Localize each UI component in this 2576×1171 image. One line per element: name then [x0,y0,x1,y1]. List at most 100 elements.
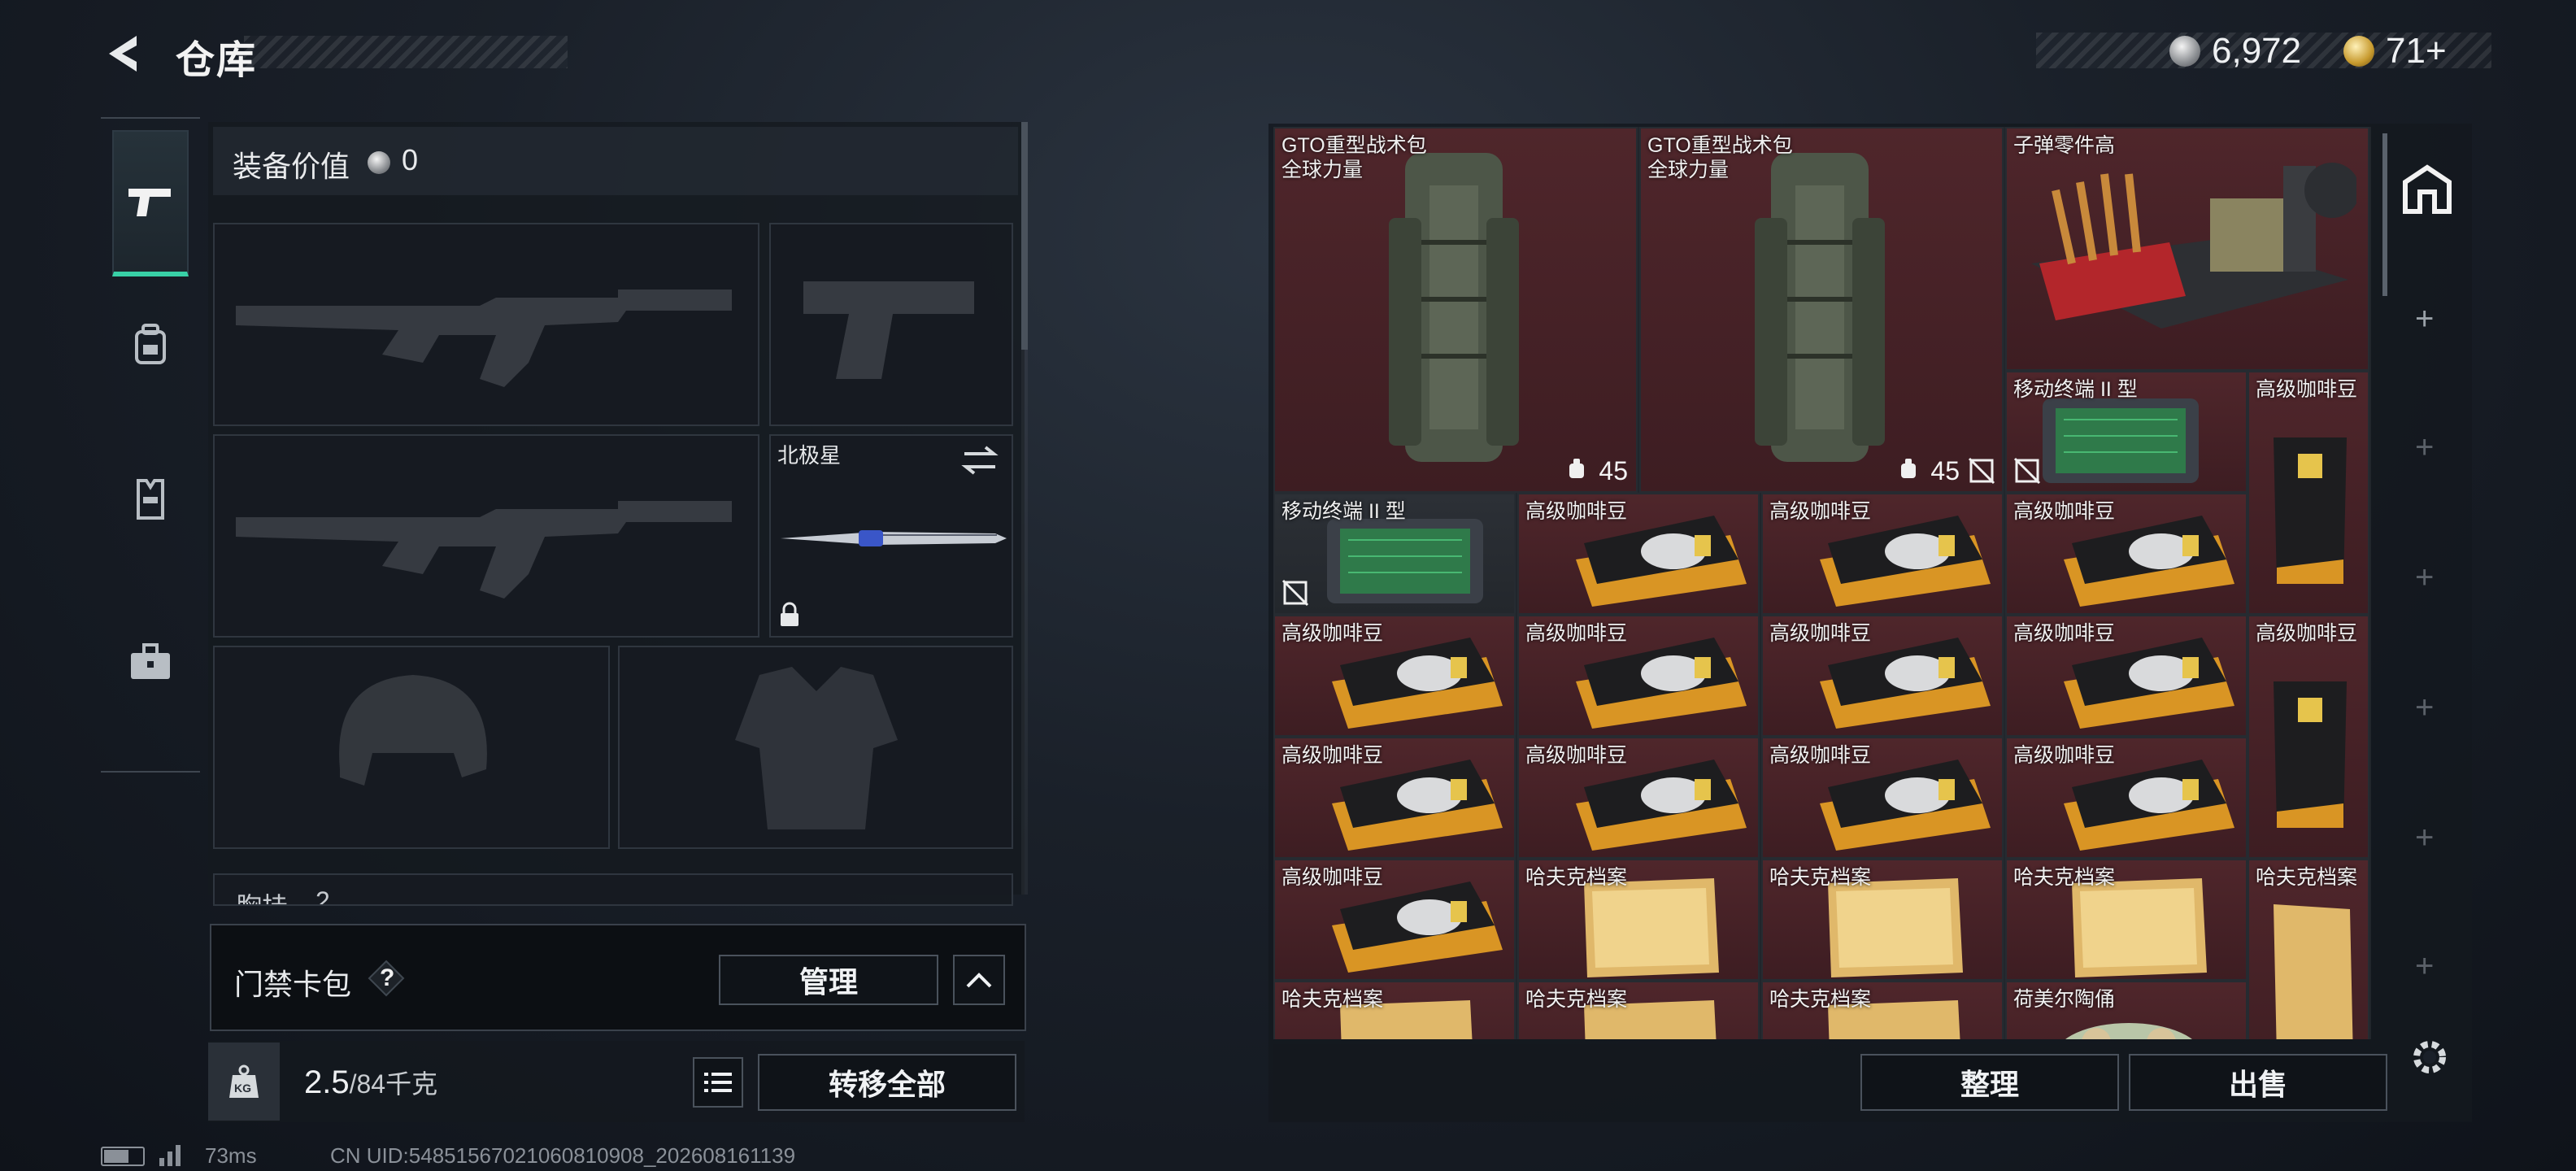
stash-item-coffee[interactable]: 高级咖啡豆 [2005,737,2247,859]
chest-rig-label: 胸挂 [236,886,288,904]
item-label: 哈夫克档案 [2013,866,2116,889]
stash-item-terminal-2[interactable]: 移动终端 II 型 [1273,493,1516,615]
stash-item-coffee[interactable]: 高级咖啡豆 [1273,737,1516,859]
body-armor-slot[interactable] [618,646,1013,849]
manage-button[interactable]: 管理 [719,955,938,1005]
item-label: GTO重型战术包 全球力量 [1281,134,1427,181]
case-tab[interactable] [112,605,189,719]
stash-item-coffee[interactable]: 高级咖啡豆 [1761,493,2004,615]
coffee-icon [1820,760,1991,851]
weight-icon [1569,459,1584,478]
back-arrow-icon[interactable] [99,29,148,78]
stash-item-file-tall[interactable]: 哈夫克档案 [2247,859,2369,1039]
coffee-icon [1332,760,1503,851]
add-page-icon[interactable]: + [2415,820,2434,856]
stash-item-figurine[interactable]: 荷美尔陶俑 [2005,981,2247,1039]
pistol-silhouette-icon [803,281,974,379]
title-stripe [244,36,568,68]
item-label: 高级咖啡豆 [2013,500,2116,523]
item-count: 45 [1599,456,1628,485]
primary-weapon-slot-1[interactable] [213,223,759,426]
stash-item-coffee[interactable]: 高级咖啡豆 [1273,859,1516,981]
stash-item-coffee[interactable]: 高级咖啡豆 [1517,615,1760,737]
add-page-icon[interactable]: + [2415,948,2434,985]
stash-item-file[interactable]: 哈夫克档案 [1761,981,2004,1039]
item-label: 荷美尔陶俑 [2013,988,2116,1011]
stash-scrollbar[interactable] [2382,133,2387,296]
stash-home-tab[interactable] [2400,163,2454,216]
lock-icon [781,602,798,626]
vest-tab[interactable] [112,442,189,556]
stash-item-coffee[interactable]: 高级咖啡豆 [1273,615,1516,737]
coffee-icon [1576,516,1747,607]
item-label: 高级咖啡豆 [1525,622,1628,645]
swap-icon[interactable] [961,444,999,477]
knife-icon [781,530,1007,546]
weight-max: /84千克 [349,1069,438,1099]
equipment-value-label: 装备价值 [233,150,350,183]
gold-currency-value[interactable]: 71+ [2386,31,2447,72]
settings-gear-icon[interactable] [2407,1034,2452,1080]
equipment-value: 0 [402,143,419,176]
help-icon[interactable]: ? [368,960,405,997]
coffee-icon [2064,516,2234,607]
stash-item-file[interactable]: 哈夫克档案 [1517,859,1760,981]
melee-slot[interactable]: 北极星 [769,434,1013,638]
item-label: GTO重型战术包 全球力量 [1647,134,1793,181]
item-label: 高级咖啡豆 [1281,744,1384,767]
list-icon [704,1073,732,1092]
stash-item-coffee[interactable]: 高级咖啡豆 [2005,493,2247,615]
chest-rig-slot[interactable]: 胸挂 2 [213,873,1013,906]
item-label: 哈夫克档案 [1525,866,1628,889]
stash-item-coffee-bag-1[interactable]: 高级咖啡豆 [2247,371,2369,615]
backpack-icon [1755,153,1885,462]
equipment-scroll-thumb[interactable] [1021,122,1028,350]
folder-icon [1584,878,1719,977]
backpack-icon [1389,153,1519,462]
melee-label: 北极星 [777,443,842,468]
coffee-icon [1576,638,1747,729]
stash-item-coffee[interactable]: 高级咖啡豆 [1517,493,1760,615]
stash-item-coffee[interactable]: 高级咖啡豆 [1517,737,1760,859]
item-label: 高级咖啡豆 [2256,622,2358,645]
weight-icon: KG [208,1043,280,1121]
stash-item-file[interactable]: 哈夫克档案 [1761,859,2004,981]
coffee-bag-icon [2274,437,2347,584]
page-title: 仓库 [176,39,258,82]
stash-grid: GTO重型战术包 全球力量 45 GTO重型战术包 全球力量 45 子弹零件高 [1273,127,2371,1039]
folder-icon [2274,904,2353,1039]
transfer-all-button[interactable]: 转移全部 [758,1054,1016,1111]
helmet-slot[interactable] [213,646,610,849]
stash-item-coffee[interactable]: 高级咖啡豆 [1761,615,2004,737]
stash-item-backpack-2[interactable]: GTO重型战术包 全球力量 45 [1639,127,2004,493]
backpack-tab[interactable] [112,288,189,402]
primary-weapon-slot-2[interactable] [213,434,759,638]
add-page-icon[interactable]: + [2415,429,2434,466]
coffee-icon [2064,760,2234,851]
stash-item-file[interactable]: 哈夫克档案 [1517,981,1760,1039]
add-page-icon[interactable]: + [2415,690,2434,726]
stash-item-coffee[interactable]: 高级咖啡豆 [2005,615,2247,737]
item-label: 子弹零件高 [2013,134,2116,157]
add-page-icon[interactable]: + [2415,301,2434,337]
sort-button[interactable]: 整理 [1860,1054,2119,1111]
add-page-icon[interactable]: + [2415,559,2434,596]
item-label: 高级咖啡豆 [2013,744,2116,767]
weapon-tab[interactable] [112,130,189,276]
pistol-slot[interactable] [769,223,1013,426]
sell-button[interactable]: 出售 [2129,1054,2387,1111]
tablet-icon [1327,519,1483,603]
stash-item-ammo-parts[interactable]: 子弹零件高 [2005,127,2369,371]
stash-item-backpack-1[interactable]: GTO重型战术包 全球力量 45 [1273,127,1638,493]
collapse-button[interactable] [953,955,1005,1005]
stash-item-coffee-bag-2[interactable]: 高级咖啡豆 [2247,615,2369,859]
stash-item-coffee[interactable]: 高级咖啡豆 [1761,737,2004,859]
vest-icon [137,479,164,520]
stash-item-terminal-1[interactable]: 移动终端 II 型 [2005,371,2247,493]
stash-item-file[interactable]: 哈夫克档案 [2005,859,2247,981]
stash-item-file[interactable]: 哈夫克档案 [1273,981,1516,1039]
item-label: 高级咖啡豆 [1769,622,1872,645]
list-view-button[interactable] [693,1057,743,1108]
coffee-icon [1820,516,1991,607]
figurine-icon [2065,1023,2192,1039]
